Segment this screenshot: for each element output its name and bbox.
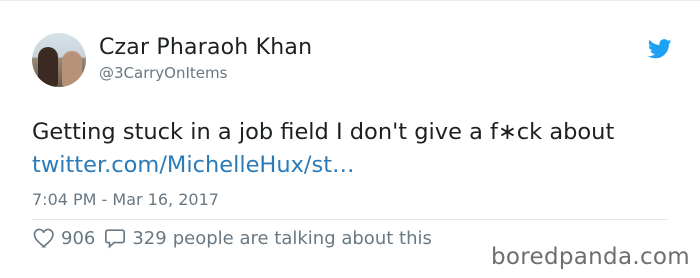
heart-icon[interactable] <box>33 228 55 248</box>
tweet-timestamp[interactable]: 7:04 PM - Mar 16, 2017 <box>32 190 219 209</box>
tweet-text: Getting stuck in a job field I don't giv… <box>32 119 615 145</box>
author-name[interactable]: Czar Pharaoh Khan <box>99 35 312 60</box>
speech-bubble-icon[interactable] <box>104 227 126 249</box>
tweet-actions: 906 329 people are talking about this <box>33 227 432 249</box>
author-handle[interactable]: @3CarryOnItems <box>99 64 227 82</box>
avatar-figure-right <box>62 51 82 87</box>
tweet-link[interactable]: twitter.com/MichelleHux/st… <box>32 152 355 178</box>
like-count[interactable]: 906 <box>61 228 95 249</box>
talking-label[interactable]: people are talking about this <box>173 228 432 249</box>
watermark: boredpanda.com <box>489 244 692 270</box>
tweet-card: Czar Pharaoh Khan @3CarryOnItems Getting… <box>0 0 700 278</box>
divider <box>32 219 668 220</box>
reply-count[interactable]: 329 <box>132 228 166 249</box>
avatar[interactable] <box>32 33 86 87</box>
avatar-figure-left <box>38 47 58 87</box>
twitter-bird-icon[interactable] <box>648 39 672 59</box>
